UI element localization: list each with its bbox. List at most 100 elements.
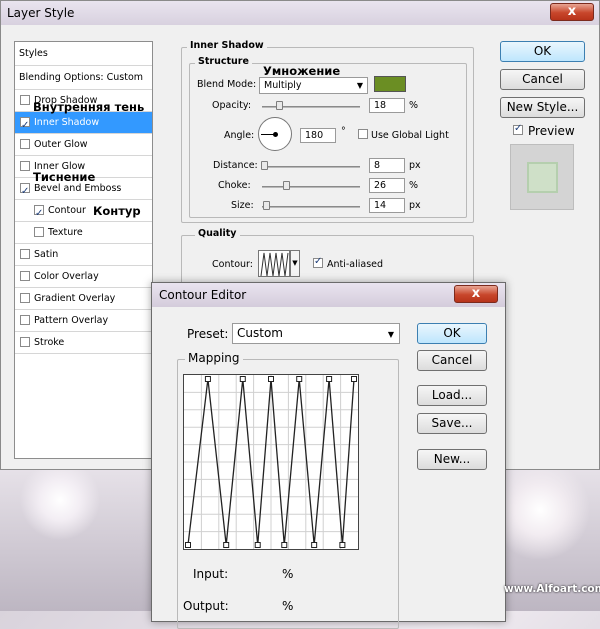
style-item-checkbox[interactable] [20,139,30,149]
size-slider[interactable] [262,206,360,208]
angle-field[interactable]: 180 [300,128,336,143]
inner-shadow-title: Inner Shadow [187,40,267,51]
preset-select[interactable]: Custom ▼ [232,323,400,344]
curve-control-point[interactable] [296,376,303,382]
watermark-text: www.Alfoart.com [504,583,600,595]
contour-new-button[interactable]: New... [417,449,487,470]
style-item-checkbox[interactable] [20,337,30,347]
choke-field[interactable]: 26 [369,178,405,193]
close-icon[interactable]: x [550,3,594,21]
style-item-inner-shadow[interactable]: Inner Shadow [15,112,152,136]
mapping-title: Mapping [185,351,243,365]
structure-title: Structure [195,56,252,67]
choke-slider[interactable] [262,186,360,188]
size-unit: px [409,200,421,211]
opacity-field[interactable]: 18 [369,98,405,113]
choke-slider-thumb[interactable] [283,181,291,190]
contour-editor-title: Contour Editor [159,288,247,302]
contour-cancel-button[interactable]: Cancel [417,350,487,371]
opacity-slider-thumb[interactable] [275,101,283,110]
curve-control-point[interactable] [311,542,318,548]
blending-options-item[interactable]: Blending Options: Custom [15,66,152,90]
curve-control-point[interactable] [239,376,246,382]
style-item-outer-glow[interactable]: Outer Glow [15,134,152,156]
blend-mode-label: Blend Mode: [197,79,257,90]
contour-thumbnail[interactable] [258,250,290,277]
anti-aliased-label: Anti-aliased [327,259,384,270]
style-item-label: Satin [34,249,59,260]
curve-control-point[interactable] [339,542,346,548]
distance-slider[interactable] [262,166,360,168]
style-item-checkbox[interactable] [20,271,30,281]
curve-control-point[interactable] [185,542,191,548]
style-item-checkbox[interactable] [20,115,30,136]
annotation-multiply-ru: Умножение [263,64,341,78]
contour-curve-graph[interactable] [183,374,359,550]
style-item-checkbox[interactable] [34,227,44,237]
style-item-label: Texture [48,227,83,238]
style-item-checkbox[interactable] [20,181,30,202]
global-light-checkbox[interactable] [358,129,368,139]
dialog-title: Layer Style [7,6,75,20]
curve-control-point[interactable] [254,542,261,548]
contour-curve-svg[interactable] [184,375,358,549]
blend-mode-value: Multiply [264,80,302,91]
blend-mode-select[interactable]: Multiply ▼ [259,77,368,94]
contour-editor-dialog: Contour Editor x Preset: Custom ▼ Mappin… [151,282,506,629]
contour-picker-arrow[interactable]: ▼ [290,250,300,277]
contour-editor-titlebar[interactable]: Contour Editor [152,283,505,307]
anti-aliased-checkbox[interactable] [313,256,323,268]
style-item-checkbox[interactable] [20,315,30,325]
curve-control-point[interactable] [351,376,357,382]
input-unit: % [282,567,294,581]
choke-unit: % [409,180,419,191]
curve-control-point[interactable] [268,376,274,382]
curve-control-point[interactable] [223,542,230,548]
style-item-checkbox[interactable] [20,249,30,259]
distance-unit: px [409,160,421,171]
style-item-checkbox[interactable] [20,293,30,303]
annotation-inner-shadow-ru: Внутренняя тень [33,100,145,114]
style-item-gradient-overlay[interactable]: Gradient Overlay [15,288,152,310]
preview-checkbox[interactable] [513,123,523,135]
ok-button[interactable]: OK [500,41,585,62]
choke-label: Choke: [218,180,251,191]
cancel-button[interactable]: Cancel [500,69,585,90]
preset-value: Custom [237,326,283,340]
new-style-button[interactable]: New Style... [500,97,585,118]
distance-slider-thumb[interactable] [261,161,269,170]
style-item-pattern-overlay[interactable]: Pattern Overlay [15,310,152,332]
style-item-label: Contour [48,205,86,216]
style-item-satin[interactable]: Satin [15,244,152,266]
chevron-down-icon: ▼ [356,81,363,90]
annotation-bevel-ru: Тиснение [33,170,96,184]
contour-label: Contour: [212,259,253,270]
distance-label: Distance: [213,160,258,171]
size-field[interactable]: 14 [369,198,405,213]
styles-header[interactable]: Styles [15,42,152,66]
style-item-color-overlay[interactable]: Color Overlay [15,266,152,288]
style-item-checkbox[interactable] [20,161,30,171]
curve-control-point[interactable] [326,376,333,382]
angle-unit: ° [341,126,346,137]
size-label: Size: [231,200,254,211]
curve-control-point[interactable] [281,542,288,548]
style-item-texture[interactable]: Texture [15,222,152,244]
angle-dial[interactable] [258,117,292,151]
distance-field[interactable]: 8 [369,158,405,173]
layer-style-titlebar[interactable]: Layer Style [1,1,599,25]
opacity-label: Opacity: [212,100,252,111]
style-item-checkbox[interactable] [34,203,44,224]
style-item-label: Stroke [34,337,65,348]
contour-editor-close-icon[interactable]: x [454,285,498,303]
size-slider-thumb[interactable] [263,201,271,210]
style-preview-swatch [510,144,574,210]
contour-load-button[interactable]: Load... [417,385,487,406]
contour-ok-button[interactable]: OK [417,323,487,344]
shadow-color-swatch[interactable] [374,76,406,92]
contour-save-button[interactable]: Save... [417,413,487,434]
curve-control-point[interactable] [204,376,211,382]
style-item-checkbox[interactable] [20,95,30,105]
style-item-stroke[interactable]: Stroke [15,332,152,354]
quality-title: Quality [195,228,240,239]
